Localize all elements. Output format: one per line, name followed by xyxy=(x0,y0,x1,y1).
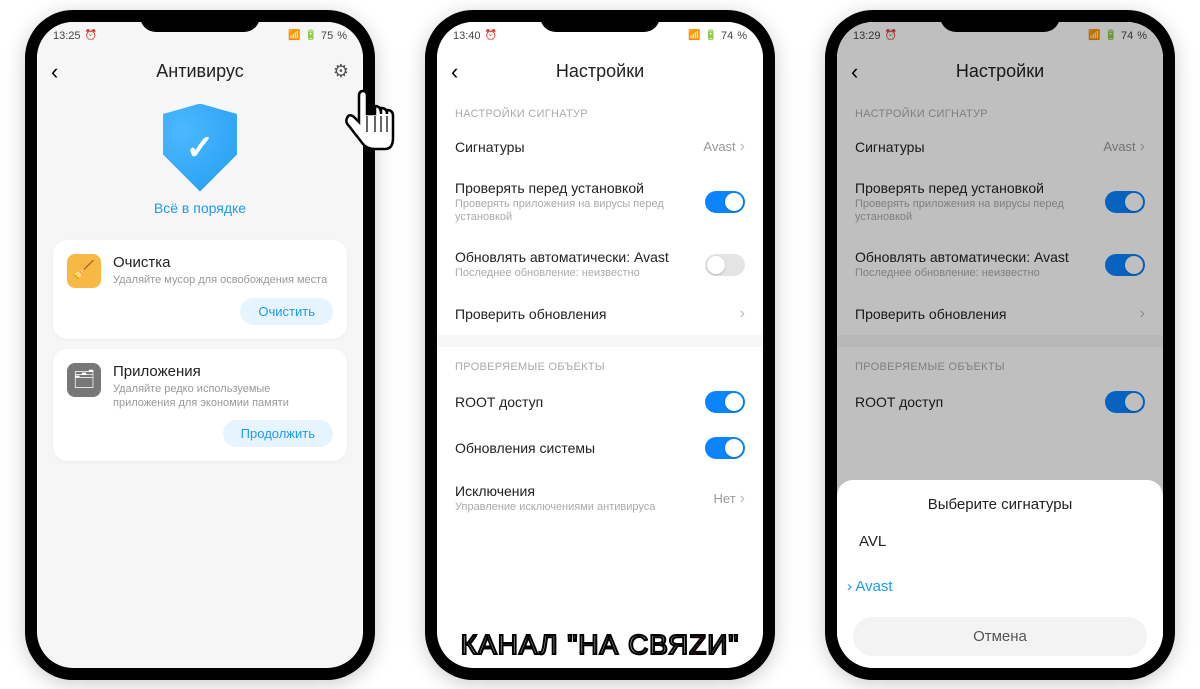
sheet-option-avast[interactable]: Avast xyxy=(837,564,1163,609)
apps-title: Приложения xyxy=(113,363,333,380)
back-button[interactable]: ‹ xyxy=(51,59,75,85)
row-autoupdate[interactable]: Обновлять автоматически: Avast Последнее… xyxy=(437,237,763,293)
notch xyxy=(140,10,260,32)
section-objects-header: ПРОВЕРЯЕМЫЕ ОБЪЕКТЫ xyxy=(437,347,763,379)
status-ok-text: Всё в порядке xyxy=(37,200,363,216)
settings-gear-icon[interactable]: ⚙ xyxy=(325,61,349,82)
page-title: Настройки xyxy=(475,61,725,82)
titlebar: ‹ Настройки xyxy=(437,50,763,94)
signatures-value: Avast xyxy=(703,139,735,154)
apps-button[interactable]: Продолжить xyxy=(223,420,333,447)
autoupdate-label: Обновлять автоматически: Avast xyxy=(455,249,705,265)
chevron-right-icon: › xyxy=(740,138,745,156)
sheet-option-avl[interactable]: AVL xyxy=(837,519,1163,564)
back-button[interactable]: ‹ xyxy=(451,59,475,85)
cleanup-card: 🧹 Очистка Удаляйте мусор для освобождени… xyxy=(53,240,347,339)
screen-3: 13:29 ⏰ 📶 🔋 74% ‹ Настройки НАСТРОЙКИ СИ… xyxy=(837,22,1163,668)
battery-icon: 🔋 xyxy=(305,30,317,41)
phone-settings: 13:40 ⏰ 📶 🔋 74% ‹ Настройки НАСТРОЙКИ СИ… xyxy=(425,10,775,680)
signature-picker-sheet: Выберите сигнатуры AVL Avast Отмена xyxy=(837,480,1163,668)
section-signatures-header: НАСТРОЙКИ СИГНАТУР xyxy=(437,94,763,126)
check-before-sub: Проверять приложения на вирусы перед уст… xyxy=(455,198,705,226)
cleanup-button[interactable]: Очистить xyxy=(240,298,333,325)
apps-card: 🗂 Приложения Удаляйте редко используемые… xyxy=(53,349,347,462)
cleanup-title: Очистка xyxy=(113,254,327,271)
screen-1: 13:25 ⏰ 📶 🔋 75% ‹ Антивирус ⚙ ✓ Всё в по… xyxy=(37,22,363,668)
root-label: ROOT доступ xyxy=(455,394,705,410)
row-signatures[interactable]: Сигнатуры Avast › xyxy=(437,126,763,168)
row-check-updates[interactable]: Проверить обновления › xyxy=(437,293,763,335)
exceptions-value: Нет xyxy=(714,491,736,506)
row-system-updates[interactable]: Обновления системы xyxy=(437,425,763,471)
sysupd-label: Обновления системы xyxy=(455,440,705,456)
sheet-title: Выберите сигнатуры xyxy=(837,480,1163,519)
checkmark-icon: ✓ xyxy=(186,128,215,168)
broom-icon: 🧹 xyxy=(67,254,101,288)
autoupdate-toggle[interactable] xyxy=(705,254,745,276)
signatures-label: Сигнатуры xyxy=(455,139,703,155)
notch xyxy=(540,10,660,32)
signal-icon: 📶 xyxy=(688,30,700,41)
check-updates-label: Проверить обновления xyxy=(455,306,740,322)
settings-list: НАСТРОЙКИ СИГНАТУР Сигнатуры Avast › Про… xyxy=(437,94,763,527)
chevron-right-icon: › xyxy=(740,490,745,508)
page-title: Антивирус xyxy=(75,61,325,82)
row-root[interactable]: ROOT доступ xyxy=(437,379,763,425)
phone-antivirus: 13:25 ⏰ 📶 🔋 75% ‹ Антивирус ⚙ ✓ Всё в по… xyxy=(25,10,375,680)
alarm-icon: ⏰ xyxy=(485,30,497,41)
apps-icon: 🗂 xyxy=(67,363,101,397)
autoupdate-sub: Последнее обновление: неизвестно xyxy=(455,267,705,281)
battery-pct: 75 xyxy=(321,30,333,42)
battery-icon: 🔋 xyxy=(705,30,717,41)
root-toggle[interactable] xyxy=(705,391,745,413)
antivirus-hero: ✓ Всё в порядке xyxy=(37,94,363,230)
row-exceptions[interactable]: Исключения Управление исключениями антив… xyxy=(437,471,763,527)
screen-2: 13:40 ⏰ 📶 🔋 74% ‹ Настройки НАСТРОЙКИ СИ… xyxy=(437,22,763,668)
titlebar: ‹ Антивирус ⚙ xyxy=(37,50,363,94)
alarm-icon: ⏰ xyxy=(85,30,97,41)
check-before-label: Проверять перед установкой xyxy=(455,180,705,196)
signal-icon: 📶 xyxy=(288,30,300,41)
apps-subtitle: Удаляйте редко используемые приложения д… xyxy=(113,382,333,411)
sysupd-toggle[interactable] xyxy=(705,437,745,459)
notch xyxy=(940,10,1060,32)
exceptions-label: Исключения xyxy=(455,483,714,499)
shield-icon: ✓ xyxy=(156,104,244,192)
chevron-right-icon: › xyxy=(740,305,745,323)
phone-settings-sheet: 13:29 ⏰ 📶 🔋 74% ‹ Настройки НАСТРОЙКИ СИ… xyxy=(825,10,1175,680)
status-time: 13:40 xyxy=(453,30,481,42)
divider xyxy=(437,335,763,347)
check-before-toggle[interactable] xyxy=(705,191,745,213)
battery-pct: 74 xyxy=(721,30,733,42)
status-time: 13:25 xyxy=(53,30,81,42)
row-check-before-install[interactable]: Проверять перед установкой Проверять при… xyxy=(437,168,763,238)
sheet-cancel-button[interactable]: Отмена xyxy=(853,617,1147,656)
cleanup-subtitle: Удаляйте мусор для освобождения места xyxy=(113,273,327,287)
exceptions-sub: Управление исключениями антивируса xyxy=(455,501,714,515)
